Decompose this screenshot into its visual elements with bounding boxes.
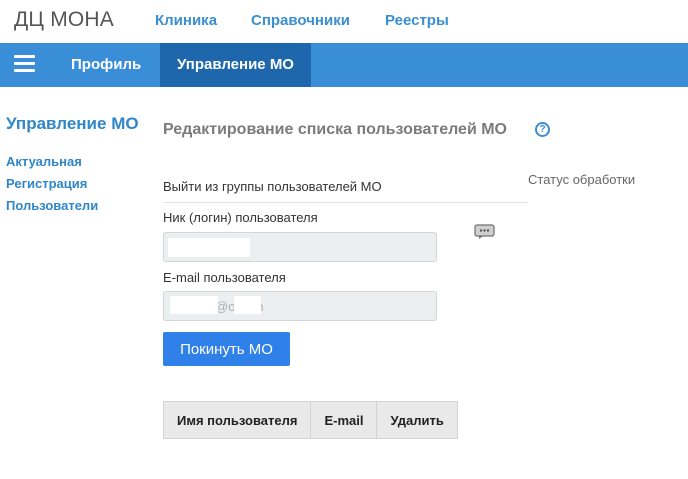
redaction-mask	[168, 238, 250, 257]
redaction-mask	[234, 296, 261, 314]
users-table: Имя пользователя E-mail Удалить	[162, 401, 458, 439]
column-header-email[interactable]: E-mail	[310, 401, 378, 439]
tab-profile[interactable]: Профиль	[55, 43, 157, 87]
status-label: Статус обработки	[528, 172, 636, 187]
hamburger-icon[interactable]	[14, 55, 35, 73]
leave-mo-button[interactable]: Покинуть МО	[163, 332, 290, 366]
table-header-row: Имя пользователя E-mail Удалить	[162, 401, 458, 439]
page-title: Редактирование списка пользователей МО	[163, 121, 507, 138]
email-label: E-mail пользователя	[163, 270, 286, 285]
divider	[163, 202, 528, 203]
column-header-username[interactable]: Имя пользователя	[162, 401, 312, 439]
comment-bubble-icon[interactable]	[474, 224, 495, 239]
sidebar-title: Управление МО	[6, 114, 139, 133]
main-navbar: Профиль Управление МО	[0, 43, 688, 87]
sidebar-link-current[interactable]: Актуальная	[6, 154, 82, 169]
redaction-mask	[170, 296, 218, 314]
top-nav-directories[interactable]: Справочники	[251, 12, 350, 29]
question-circle-icon[interactable]: ?	[535, 122, 550, 137]
top-nav-clinic[interactable]: Клиника	[155, 12, 217, 29]
top-bar: ДЦ МОНА Клиника Справочники Реестры	[0, 0, 688, 43]
nick-label: Ник (логин) пользователя	[163, 210, 318, 225]
column-header-delete[interactable]: Удалить	[376, 401, 458, 439]
tab-mo-management[interactable]: Управление МО	[160, 43, 311, 87]
app-brand[interactable]: ДЦ МОНА	[14, 8, 114, 32]
sidebar-link-registration[interactable]: Регистрация	[6, 176, 87, 191]
sidebar-link-users[interactable]: Пользователи	[6, 198, 98, 213]
section-heading: Выйти из группы пользователей МО	[163, 179, 382, 194]
top-nav-registries[interactable]: Реестры	[385, 12, 449, 29]
